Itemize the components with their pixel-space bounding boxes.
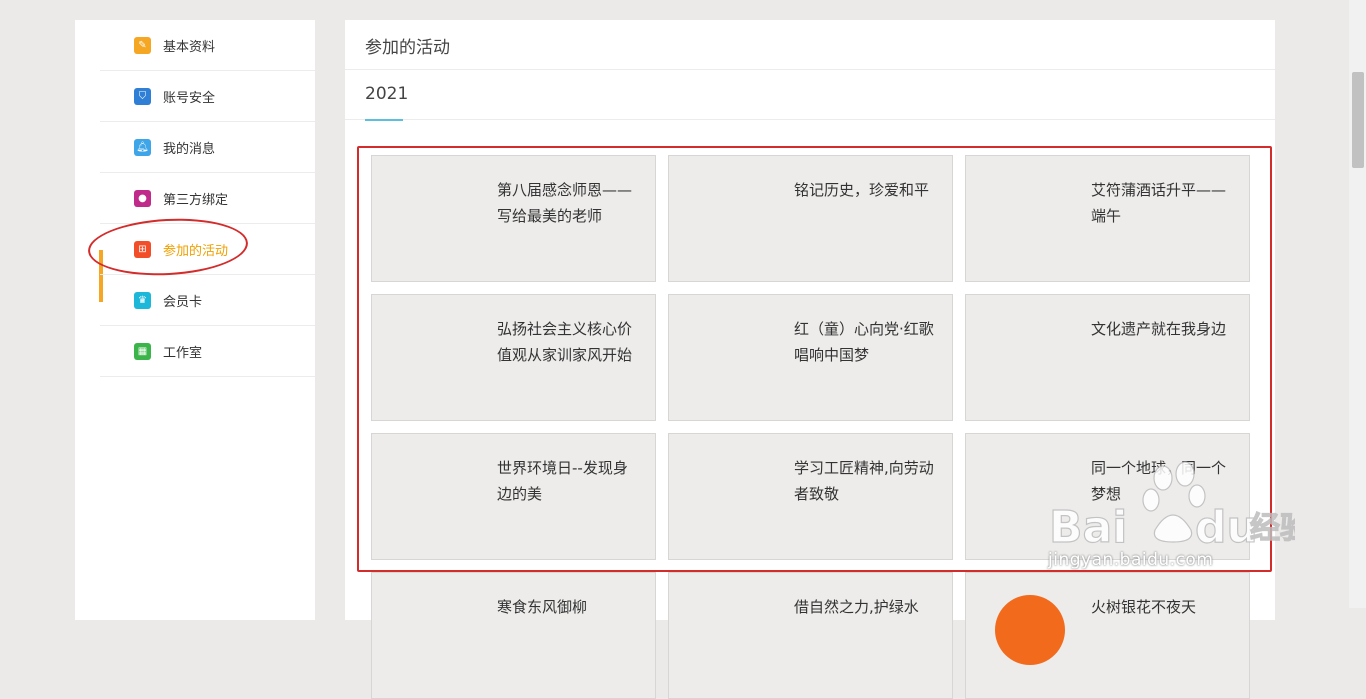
- sidebar-item-messages[interactable]: 🔔︎ 我的消息: [100, 123, 315, 173]
- activity-title: 寒食东风御柳: [497, 598, 588, 616]
- bell-icon: 🔔︎: [134, 139, 151, 156]
- sidebar: ✎ 基本资料 ⛉ 账号安全 🔔︎ 我的消息 ● 第三方绑定 ⊞ 参加的活动 ♛ …: [75, 20, 315, 620]
- grid-icon: ▦: [134, 343, 151, 360]
- activity-title: 文化遗产就在我身边: [1091, 320, 1227, 338]
- activity-card[interactable]: 寒食东风御柳: [371, 572, 656, 699]
- sidebar-item-label: 基本资料: [163, 40, 216, 55]
- sidebar-item-activities[interactable]: ⊞ 参加的活动: [100, 225, 315, 275]
- activity-card[interactable]: 学习工匠精神,向劳动者致敬: [668, 433, 953, 560]
- sidebar-item-label: 我的消息: [163, 142, 216, 157]
- activity-card[interactable]: 文化遗产就在我身边: [965, 294, 1250, 421]
- activity-grid: 第八届感念师恩——写给最美的老师 铭记历史，珍爱和平 艾符蒲酒话升平——端午 弘…: [371, 155, 1251, 699]
- sidebar-item-label: 会员卡: [163, 295, 203, 310]
- sidebar-item-third-party[interactable]: ● 第三方绑定: [100, 174, 315, 224]
- activity-card[interactable]: 借自然之力,护绿水: [668, 572, 953, 699]
- edit-icon: ✎: [134, 37, 151, 54]
- activity-card[interactable]: 艾符蒲酒话升平——端午: [965, 155, 1250, 282]
- divider: [345, 119, 1275, 120]
- divider: [345, 69, 1275, 70]
- activity-title: 弘扬社会主义核心价值观从家训家风开始: [497, 320, 633, 364]
- sidebar-item-studio[interactable]: ▦ 工作室: [100, 327, 315, 377]
- sidebar-item-membership[interactable]: ♛ 会员卡: [100, 276, 315, 326]
- activity-title: 世界环境日--发现身边的美: [497, 459, 628, 503]
- activity-title: 学习工匠精神,向劳动者致敬: [794, 459, 934, 503]
- scrollbar[interactable]: [1349, 0, 1366, 608]
- activity-title: 同一个地球，同一个梦想: [1091, 459, 1227, 503]
- watermark-url: jingyan.baidu.com: [1048, 550, 1214, 570]
- crown-icon: ♛: [134, 292, 151, 309]
- activity-title: 红（童）心向党·红歌唱响中国梦: [794, 320, 934, 364]
- activity-thumbnail: [995, 595, 1065, 665]
- sidebar-item-label: 参加的活动: [163, 244, 229, 259]
- sidebar-item-label: 工作室: [163, 346, 203, 361]
- activity-title: 铭记历史，珍爱和平: [794, 181, 930, 199]
- activity-card[interactable]: 同一个地球，同一个梦想: [965, 433, 1250, 560]
- sidebar-item-basic-info[interactable]: ✎ 基本资料: [100, 21, 315, 71]
- activity-title: 艾符蒲酒话升平——端午: [1091, 181, 1227, 225]
- tab-underline: [365, 119, 403, 121]
- user-icon: ●: [134, 190, 151, 207]
- shield-icon: ⛉: [134, 88, 151, 105]
- activity-card[interactable]: 铭记历史，珍爱和平: [668, 155, 953, 282]
- page-title: 参加的活动: [365, 38, 450, 58]
- sidebar-item-label: 第三方绑定: [163, 193, 229, 208]
- sidebar-item-label: 账号安全: [163, 91, 216, 106]
- main-panel: 参加的活动 2021 第八届感念师恩——写给最美的老师 铭记历史，珍爱和平 艾符…: [345, 20, 1275, 699]
- gift-icon: ⊞: [134, 241, 151, 258]
- activity-card[interactable]: 红（童）心向党·红歌唱响中国梦: [668, 294, 953, 421]
- tab-year[interactable]: 2021: [365, 84, 408, 104]
- activity-title: 第八届感念师恩——写给最美的老师: [497, 181, 633, 225]
- sidebar-item-account-security[interactable]: ⛉ 账号安全: [100, 72, 315, 122]
- activity-card[interactable]: 世界环境日--发现身边的美: [371, 433, 656, 560]
- activity-card[interactable]: 弘扬社会主义核心价值观从家训家风开始: [371, 294, 656, 421]
- activity-card[interactable]: 第八届感念师恩——写给最美的老师: [371, 155, 656, 282]
- activity-title: 借自然之力,护绿水: [794, 598, 919, 616]
- scrollbar-thumb[interactable]: [1352, 72, 1364, 168]
- activity-title: 火树银花不夜天: [1091, 598, 1197, 616]
